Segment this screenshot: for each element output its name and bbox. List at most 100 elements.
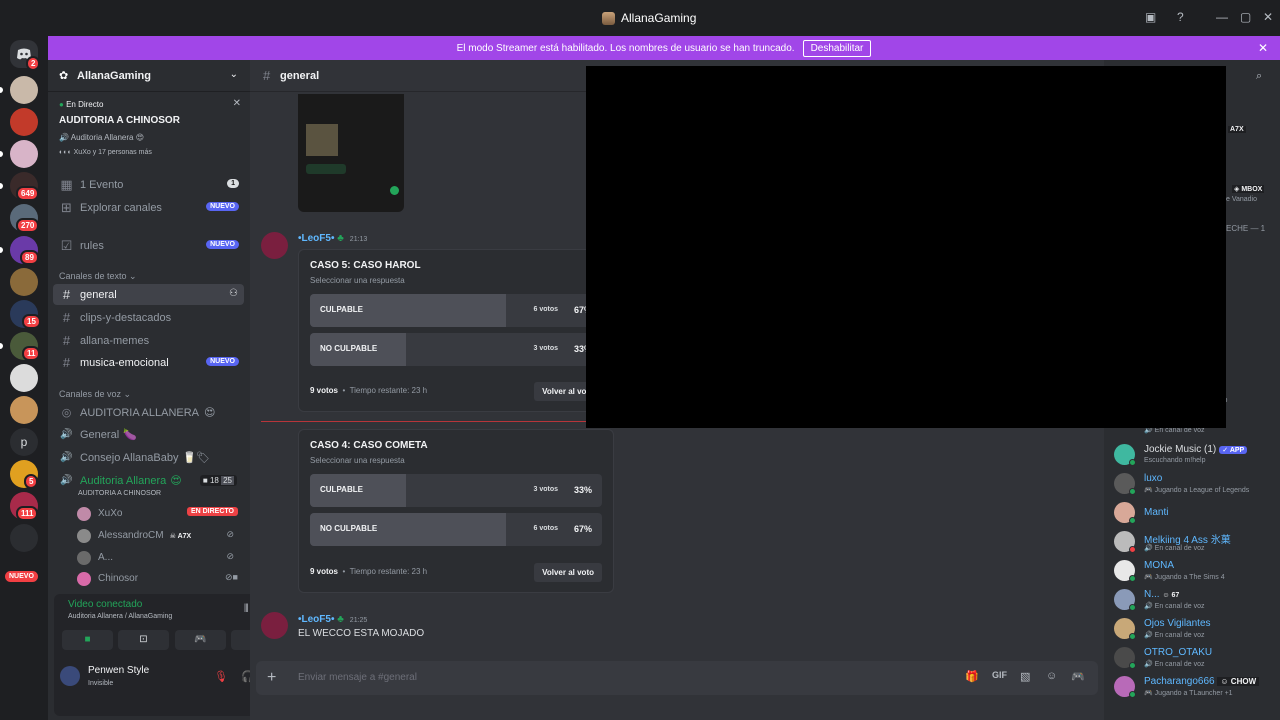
user-name[interactable]: Penwen Style — [88, 665, 149, 676]
hash-icon: # — [62, 333, 71, 348]
noise-suppression-icon[interactable]: ⫴ — [244, 603, 249, 616]
channel-general[interactable]: # general ⚇ — [53, 284, 244, 305]
server-icon[interactable] — [10, 524, 38, 552]
server-icon[interactable] — [10, 268, 38, 296]
deafened-icon: ⊘ — [226, 529, 234, 539]
apps-icon[interactable]: 🎮 — [1071, 670, 1085, 683]
server-icon[interactable] — [10, 396, 38, 424]
maximize-button[interactable]: ▢ — [1240, 10, 1251, 24]
close-window-button[interactable]: ✕ — [1263, 10, 1273, 24]
server-icon[interactable] — [10, 76, 38, 104]
server-icon[interactable]: 89 — [10, 236, 39, 265]
invite-icon[interactable]: ⚇ — [229, 288, 238, 299]
hash-icon: # — [62, 355, 71, 370]
live-stage-card[interactable]: ● En Directo ✕ AUDITORIA A CHINOSOR 🔊 Au… — [48, 93, 250, 165]
channel-musica[interactable]: # musica-emocional NUEVO — [53, 352, 244, 373]
server-icon[interactable]: 15 — [10, 300, 41, 329]
message-author[interactable]: •LeoF5• ♣ 21:13 — [298, 233, 367, 244]
member-row[interactable]: MONA 🎮 Jugando a The Sims 4 — [1114, 558, 1274, 586]
online-dot — [1129, 575, 1136, 582]
voice-status[interactable]: Video conectado — [68, 599, 142, 610]
voice-user[interactable]: A... ⊘ — [77, 548, 240, 567]
category-voice-channels[interactable]: Canales de voz ⌄ — [59, 389, 131, 400]
composer-placeholder[interactable]: Enviar mensaje a #general — [298, 672, 417, 683]
voice-user[interactable]: Chinosor ⊘■ — [77, 569, 240, 588]
server-icon[interactable]: 649 — [10, 172, 40, 201]
avatar[interactable] — [261, 232, 288, 259]
minimize-button[interactable]: — — [1216, 10, 1228, 24]
member-row[interactable]: OTRO_OTAKU 🔊 En canal de voz — [1114, 645, 1274, 673]
new-servers-badge[interactable]: NUEVO — [5, 571, 38, 582]
server-header[interactable]: ✿ AllanaGaming ⌄ — [48, 60, 250, 92]
member-row[interactable]: Pacharango666 ☺ CHOW 🎮 Jugando a TLaunche… — [1114, 674, 1274, 702]
discord-home-button[interactable]: 2 — [10, 40, 41, 71]
add-attachment-icon[interactable]: + — [267, 669, 276, 687]
disable-streamer-button[interactable]: Deshabilitar — [802, 39, 872, 57]
message-author[interactable]: •LeoF5• ♣ 21:25 — [298, 614, 367, 625]
server-icon[interactable]: 11 — [10, 332, 41, 361]
member-row[interactable]: Manti — [1114, 500, 1274, 528]
server-icon[interactable] — [10, 108, 38, 136]
emoji-icon[interactable]: ☺ — [1046, 670, 1057, 682]
member-row[interactable]: Ojos Vigilantes 🔊 En canal de voz — [1114, 616, 1274, 644]
voice-location[interactable]: Auditoria Allanera / AllanaGaming — [68, 613, 172, 620]
voice-user[interactable]: XuXo EN DIRECTO — [77, 504, 240, 523]
mic-muted-icon[interactable]: 🎙 — [214, 670, 228, 683]
channel-clips[interactable]: # clips-y-destacados — [53, 307, 244, 328]
poll-option[interactable]: CULPABLE 6 votos 67% — [310, 294, 602, 327]
poll-option[interactable]: CULPABLE 3 votos 33% — [310, 474, 602, 507]
close-icon[interactable]: ✕ — [233, 98, 241, 109]
voice-channel[interactable]: 🔊 General 🍆 — [53, 424, 244, 445]
chevron-down-icon[interactable]: ⌄ — [230, 69, 238, 80]
voice-channel-connected[interactable]: 🔊 Auditoria Allanera 😍 ■ 18 25 — [53, 470, 244, 491]
member-row[interactable]: N... ☺ 67 🔊 En canal de voz — [1114, 587, 1274, 615]
live-badge: EN DIRECTO — [186, 507, 238, 516]
camera-button[interactable]: ■ — [62, 630, 113, 650]
channel-name: general — [280, 70, 320, 82]
gift-icon[interactable]: 🎁 — [965, 670, 979, 683]
avatar[interactable] — [261, 612, 288, 639]
server-icon[interactable]: 270 — [10, 204, 40, 233]
voice-channel[interactable]: ◎ AUDITORIA ALLANERA 😍 — [53, 402, 244, 423]
screen-share-button[interactable]: ⊡ — [118, 630, 169, 650]
voice-channel[interactable]: 🔊 Consejo AllanaBaby 🥛🏷 — [53, 447, 244, 468]
server-icon[interactable]: 5 — [10, 460, 39, 489]
inbox-icon[interactable]: ▣ — [1145, 10, 1156, 24]
image-attachment[interactable] — [298, 94, 404, 212]
voice-channel-activity: AUDITORIA A CHINOSOR — [78, 490, 162, 497]
search-icon[interactable]: ⌕ — [1256, 70, 1262, 83]
deafened-icon: ⊘ — [226, 551, 234, 561]
title-bar: AllanaGaming ▣ ? — ▢ ✕ — [0, 0, 1280, 36]
help-icon[interactable]: ? — [1177, 10, 1184, 24]
user-status: Invisible — [88, 680, 114, 687]
message-composer[interactable]: + Enviar mensaje a #general 🎁 GIF ▧ ☺ 🎮 — [256, 661, 1098, 695]
browse-channels-row[interactable]: ⊞ Explorar canales NUEVO — [53, 197, 244, 218]
voice-user[interactable]: AlessandroCM ☠ A7X ⊘ — [77, 526, 240, 545]
sticker-icon[interactable]: ▧ — [1020, 670, 1030, 683]
live-status: ● En Directo — [59, 100, 104, 109]
member-row[interactable]: luxo 🎮 Jugando a League of Legends — [1114, 471, 1274, 499]
gif-icon[interactable]: GIF — [992, 670, 1007, 680]
member-row[interactable]: Melkiing 4 Ass 氷菓 🔊 En canal de voz — [1114, 529, 1274, 557]
category-text-channels[interactable]: Canales de texto ⌄ — [59, 271, 137, 282]
poll-option[interactable]: NO CULPABLE 3 votos 33% — [310, 333, 602, 366]
activities-button[interactable]: 🎮 — [175, 630, 226, 650]
unread-pip — [0, 87, 3, 93]
server-icon[interactable]: p — [10, 428, 38, 456]
unread-pip — [0, 151, 3, 157]
events-row[interactable]: ▦ 1 Evento 1 — [53, 174, 244, 195]
channel-memes[interactable]: # allana-memes — [53, 330, 244, 351]
member-row[interactable]: Jockie Music (1) ✓ APP Escuchando m!help — [1114, 442, 1274, 470]
revote-button[interactable]: Volver al voto — [534, 563, 602, 582]
server-badge-icon: ✿ — [59, 70, 69, 82]
channel-rules[interactable]: ☑ rules NUEVO — [53, 235, 244, 256]
avatar[interactable] — [60, 666, 80, 686]
unread-badge: 649 — [16, 186, 40, 201]
poll-option[interactable]: NO CULPABLE 6 votos 67% — [310, 513, 602, 546]
camera-icon: ⊘■ — [225, 572, 238, 582]
server-icon[interactable] — [10, 140, 38, 168]
stage-icon: ◎ — [61, 407, 72, 419]
server-icon[interactable] — [10, 364, 38, 392]
close-icon[interactable]: ✕ — [1258, 41, 1268, 55]
server-icon[interactable]: 111 — [10, 492, 39, 521]
